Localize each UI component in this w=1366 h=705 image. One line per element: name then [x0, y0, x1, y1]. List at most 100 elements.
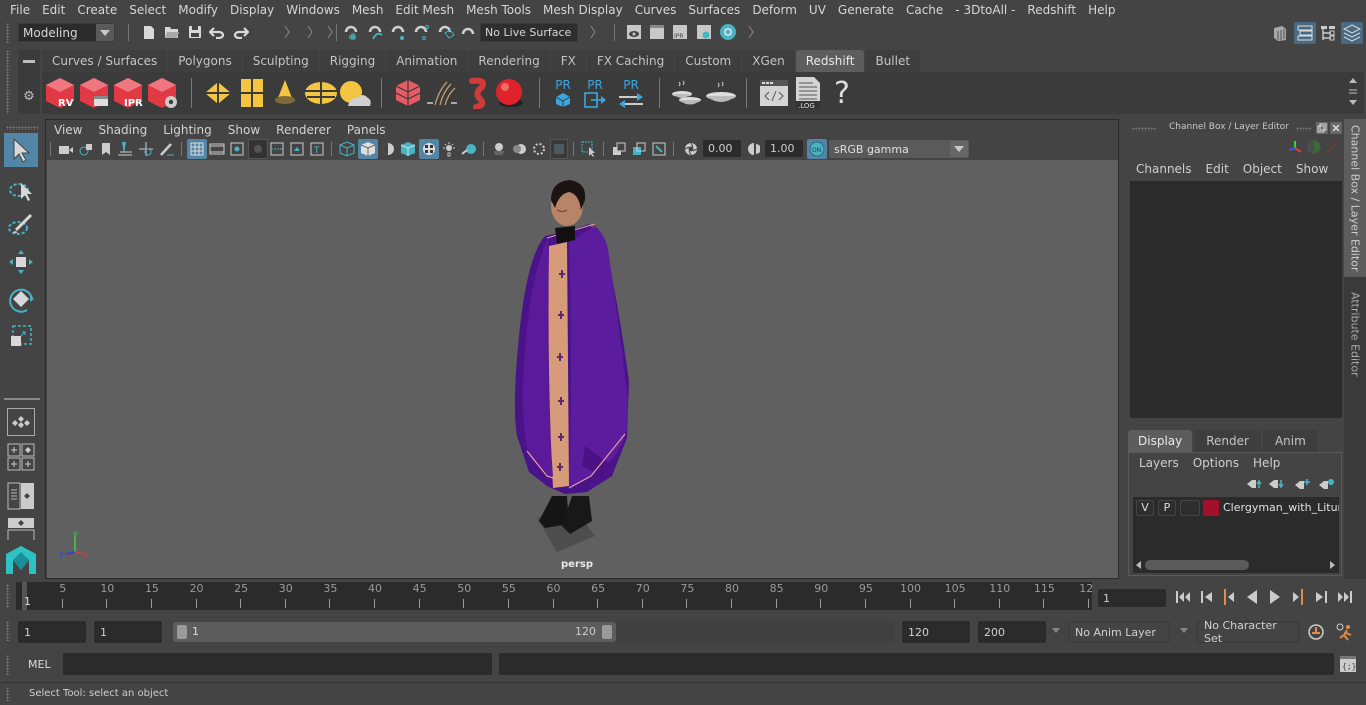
image-plane-icon[interactable] [116, 140, 134, 158]
options-menu[interactable]: Options [1193, 456, 1239, 470]
make-live-icon[interactable] [437, 23, 455, 41]
character-set-dropdown-arrow[interactable] [1178, 624, 1190, 638]
gate-mask-icon[interactable] [248, 139, 268, 159]
redshift-volume-icon[interactable] [462, 77, 494, 109]
panel-menu-shading[interactable]: Shading [98, 123, 155, 137]
anim-layer-dropdown-arrow[interactable] [1050, 624, 1062, 638]
menu-edit-mesh[interactable]: Edit Mesh [389, 3, 460, 17]
command-input[interactable] [63, 653, 492, 675]
render-view-icon[interactable] [625, 23, 643, 41]
show-menu[interactable]: Show [1296, 162, 1328, 176]
render-current-frame-icon[interactable] [648, 23, 666, 41]
animation-preferences-icon[interactable] [1334, 621, 1356, 643]
step-back-frame-button[interactable] [1197, 589, 1217, 605]
render-settings-icon[interactable] [695, 23, 713, 41]
layer-visibility-toggle[interactable]: V [1136, 500, 1154, 516]
redshift-render-view-icon[interactable]: RV [44, 76, 78, 110]
lasso-tool-icon[interactable] [4, 172, 38, 206]
shelf-tab-fx[interactable]: FX [550, 50, 586, 72]
use-all-lights-icon[interactable] [440, 140, 458, 158]
smooth-shade-all-icon[interactable] [358, 139, 378, 159]
menu-select[interactable]: Select [123, 3, 172, 17]
persp-graph-layout-icon[interactable] [7, 518, 35, 540]
new-scene-icon[interactable] [141, 23, 157, 41]
layer-display-type-toggle[interactable] [1180, 500, 1200, 516]
playback-start-field[interactable]: 1 [94, 621, 162, 643]
layer-horizontal-scrollbar[interactable] [1133, 559, 1339, 571]
shelf-tab-rendering[interactable]: Rendering [468, 50, 550, 72]
outliner-persp-layout-icon[interactable] [7, 482, 35, 510]
shelf-scroll-controls[interactable] [1346, 74, 1360, 112]
move-layer-down-icon[interactable] [1267, 477, 1285, 491]
close-panel-icon[interactable] [1330, 122, 1342, 134]
manipulator-toggle-icon[interactable] [1286, 139, 1304, 155]
step-back-key-button[interactable] [1219, 589, 1239, 605]
live-surface-field[interactable]: No Live Surface [480, 23, 578, 42]
single-perspective-view-icon[interactable] [7, 408, 35, 436]
go-to-start-button[interactable] [1174, 589, 1194, 605]
shelf-tab-xgen[interactable]: XGen [742, 50, 795, 72]
layers-menu[interactable]: Layers [1139, 456, 1179, 470]
step-forward-key-button[interactable] [1288, 589, 1308, 605]
command-language-toggle[interactable]: MEL [28, 658, 51, 671]
menu-generate[interactable]: Generate [832, 3, 900, 17]
scrollbar-thumb[interactable] [1145, 560, 1249, 570]
anim-layer-selector[interactable]: No Anim Layer [1068, 621, 1170, 643]
shelf-tab-custom[interactable]: Custom [675, 50, 742, 72]
select-camera-icon[interactable] [57, 140, 75, 158]
layer-name[interactable]: Clergyman_with_Liturg [1223, 501, 1339, 514]
script-editor-icon[interactable]: {;} [1338, 654, 1358, 674]
menu-file[interactable]: File [4, 3, 36, 17]
camera-attributes-icon[interactable] [78, 140, 96, 158]
redshift-help-icon[interactable]: ? [829, 75, 855, 111]
shelf-tab-sculpting[interactable]: Sculpting [242, 50, 319, 72]
clergyman-model[interactable] [507, 176, 667, 552]
speed-toggle-icon[interactable] [1306, 139, 1322, 155]
gamma-field[interactable]: 1.00 [765, 140, 803, 157]
menu-3dtoall[interactable]: - 3DtoAll - [949, 3, 1021, 17]
film-gate-icon[interactable] [208, 140, 226, 158]
view-transform-dropdown[interactable]: sRGB gamma [829, 140, 969, 158]
shelf-tab-fx-caching[interactable]: FX Caching [586, 50, 675, 72]
menu-modify[interactable]: Modify [172, 3, 224, 17]
attribute-editor-icon[interactable] [1294, 22, 1316, 44]
redshift-proxy-export-icon[interactable]: PR [549, 75, 577, 111]
move-tool-icon[interactable] [4, 245, 38, 279]
layer-playback-toggle[interactable]: P [1158, 500, 1176, 516]
redshift-proxy-swap-icon[interactable]: PR [616, 75, 646, 111]
open-scene-icon[interactable] [163, 23, 181, 41]
redshift-ipr-icon[interactable]: IPR [112, 76, 146, 110]
animation-start-field[interactable]: 1 [18, 621, 86, 643]
play-backwards-button[interactable] [1242, 589, 1262, 605]
redo-icon[interactable] [232, 23, 250, 41]
redshift-portal-light-icon[interactable] [237, 77, 267, 109]
menu-help[interactable]: Help [1082, 3, 1121, 17]
grease-pencil-icon[interactable] [158, 140, 176, 158]
shelf-tab-animation[interactable]: Animation [386, 50, 468, 72]
time-slider[interactable]: 1 5 10 15 20 25 30 35 40 45 50 55 60 65 70 75 80 85 90 95 1… [16, 582, 1093, 610]
redshift-proxy-import-icon[interactable]: PR [581, 75, 609, 111]
default-material-icon[interactable] [379, 140, 397, 158]
menu-curves[interactable]: Curves [629, 3, 683, 17]
redshift-hair-icon[interactable] [425, 77, 459, 109]
four-view-layout-icon[interactable] [7, 443, 35, 471]
redshift-baking-icon[interactable] [704, 77, 738, 109]
safe-action-icon[interactable] [288, 140, 306, 158]
2d-pan-zoom-icon[interactable] [137, 140, 155, 158]
layer-tab-anim[interactable]: Anim [1262, 430, 1318, 452]
paint-select-tool-icon[interactable] [4, 208, 38, 242]
redshift-baking-multi-icon[interactable] [670, 77, 704, 109]
save-scene-icon[interactable] [187, 23, 203, 41]
menu-edit[interactable]: Edit [36, 3, 71, 17]
rotate-tool-icon[interactable] [4, 282, 38, 316]
menu-surfaces[interactable]: Surfaces [682, 3, 746, 17]
panel-menu-lighting[interactable]: Lighting [163, 123, 220, 137]
field-chart-icon[interactable] [268, 140, 286, 158]
shelf-tab-polygons[interactable]: Polygons [168, 50, 242, 72]
panel-menu-panels[interactable]: Panels [347, 123, 394, 137]
grip-handle[interactable] [6, 23, 10, 43]
wireframe-on-shaded-icon[interactable] [399, 140, 417, 158]
go-to-end-button[interactable] [1334, 589, 1354, 605]
exposure-field[interactable]: 0.00 [703, 140, 741, 157]
shadows-icon[interactable] [460, 140, 478, 158]
